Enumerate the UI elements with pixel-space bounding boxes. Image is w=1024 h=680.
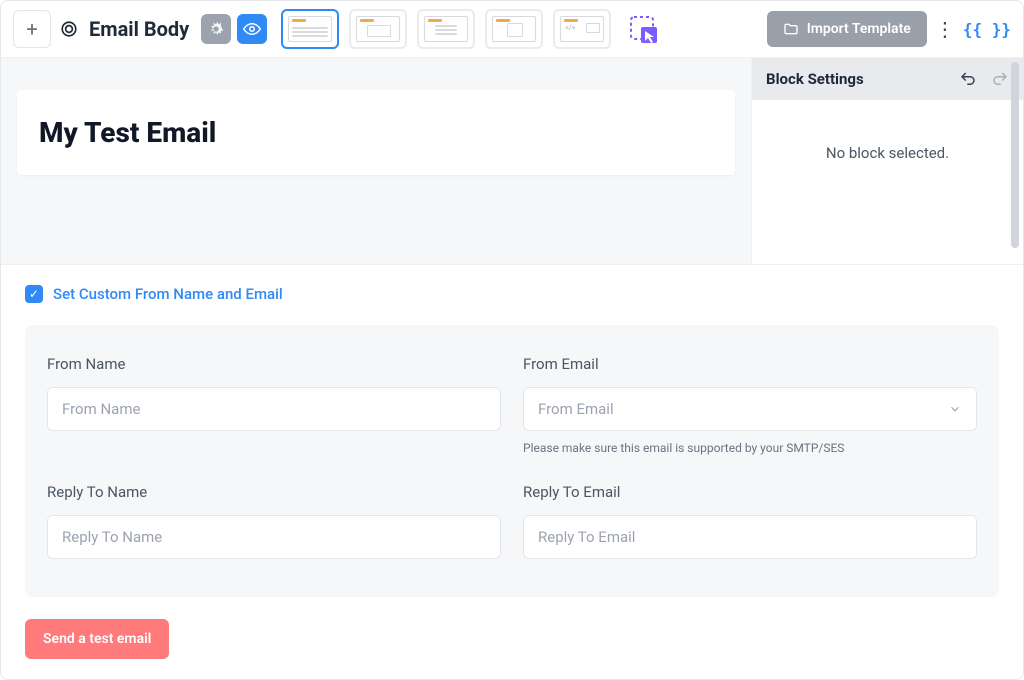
plus-icon: +	[26, 17, 37, 41]
element-selector-button[interactable]	[625, 11, 661, 47]
add-block-button[interactable]: +	[13, 10, 51, 48]
editor-title: Email Body	[89, 17, 189, 41]
panel-header: Block Settings	[752, 58, 1023, 100]
canvas-heading: My Test Email	[39, 116, 713, 149]
preview-chip[interactable]	[237, 14, 267, 44]
from-email-placeholder: From Email	[538, 400, 614, 418]
scrollbar[interactable]	[1011, 62, 1019, 248]
layout-thumbnails: </>	[281, 9, 611, 49]
reply-email-label: Reply To Email	[523, 483, 977, 501]
from-name-label: From Name	[47, 355, 501, 373]
reply-email-field: Reply To Email	[523, 483, 977, 559]
chevron-down-icon	[948, 402, 962, 416]
panel-empty-state: No block selected.	[752, 100, 1023, 264]
custom-from-label[interactable]: Set Custom From Name and Email	[53, 285, 283, 303]
panel-title: Block Settings	[766, 70, 864, 88]
view-mode-group	[201, 14, 267, 44]
from-email-select[interactable]: From Email	[523, 387, 977, 431]
layout-thumb-5[interactable]: </>	[553, 9, 611, 49]
layout-thumb-1[interactable]	[281, 9, 339, 49]
reply-name-input[interactable]	[47, 515, 501, 559]
redo-button[interactable]	[991, 70, 1009, 88]
from-name-field: From Name	[47, 355, 501, 455]
undo-button[interactable]	[959, 70, 977, 88]
layout-thumb-4[interactable]	[485, 9, 543, 49]
reply-name-label: Reply To Name	[47, 483, 501, 501]
check-icon: ✓	[29, 287, 39, 301]
toolbar: + Email Body	[1, 1, 1023, 58]
custom-from-checkbox[interactable]: ✓	[25, 285, 43, 303]
from-email-field: From Email From Email Please make sure t…	[523, 355, 977, 455]
reply-email-input[interactable]	[523, 515, 977, 559]
from-email-helper: Please make sure this email is supported…	[523, 441, 977, 455]
custom-sender-form: ✓ Set Custom From Name and Email From Na…	[1, 265, 1023, 679]
canvas-block[interactable]: My Test Email	[17, 90, 735, 175]
import-template-label: Import Template	[807, 21, 911, 37]
kebab-icon: ⋮	[935, 17, 955, 41]
block-settings-panel: Block Settings No block selected.	[751, 58, 1023, 264]
sender-fields-panel: From Name From Email From Email Please m…	[25, 325, 999, 597]
import-template-button[interactable]: Import Template	[767, 11, 927, 47]
from-name-input[interactable]	[47, 387, 501, 431]
custom-from-toggle-row[interactable]: ✓ Set Custom From Name and Email	[25, 285, 999, 303]
eye-icon	[243, 20, 261, 38]
more-menu-button[interactable]: ⋮	[935, 17, 955, 41]
send-test-email-button[interactable]: Send a test email	[25, 619, 169, 659]
layout-thumb-2[interactable]	[349, 9, 407, 49]
layout-thumb-3[interactable]	[417, 9, 475, 49]
folder-icon	[783, 21, 799, 37]
send-test-label: Send a test email	[43, 631, 151, 647]
settings-chip[interactable]	[201, 14, 231, 44]
target-icon	[59, 19, 79, 39]
editor-area: My Test Email Block Settings No block se…	[1, 58, 1023, 265]
email-canvas[interactable]: My Test Email	[1, 58, 751, 264]
from-email-label: From Email	[523, 355, 977, 373]
shortcodes-button[interactable]: {{ }}	[963, 20, 1011, 39]
gear-icon	[208, 21, 224, 37]
reply-name-field: Reply To Name	[47, 483, 501, 559]
